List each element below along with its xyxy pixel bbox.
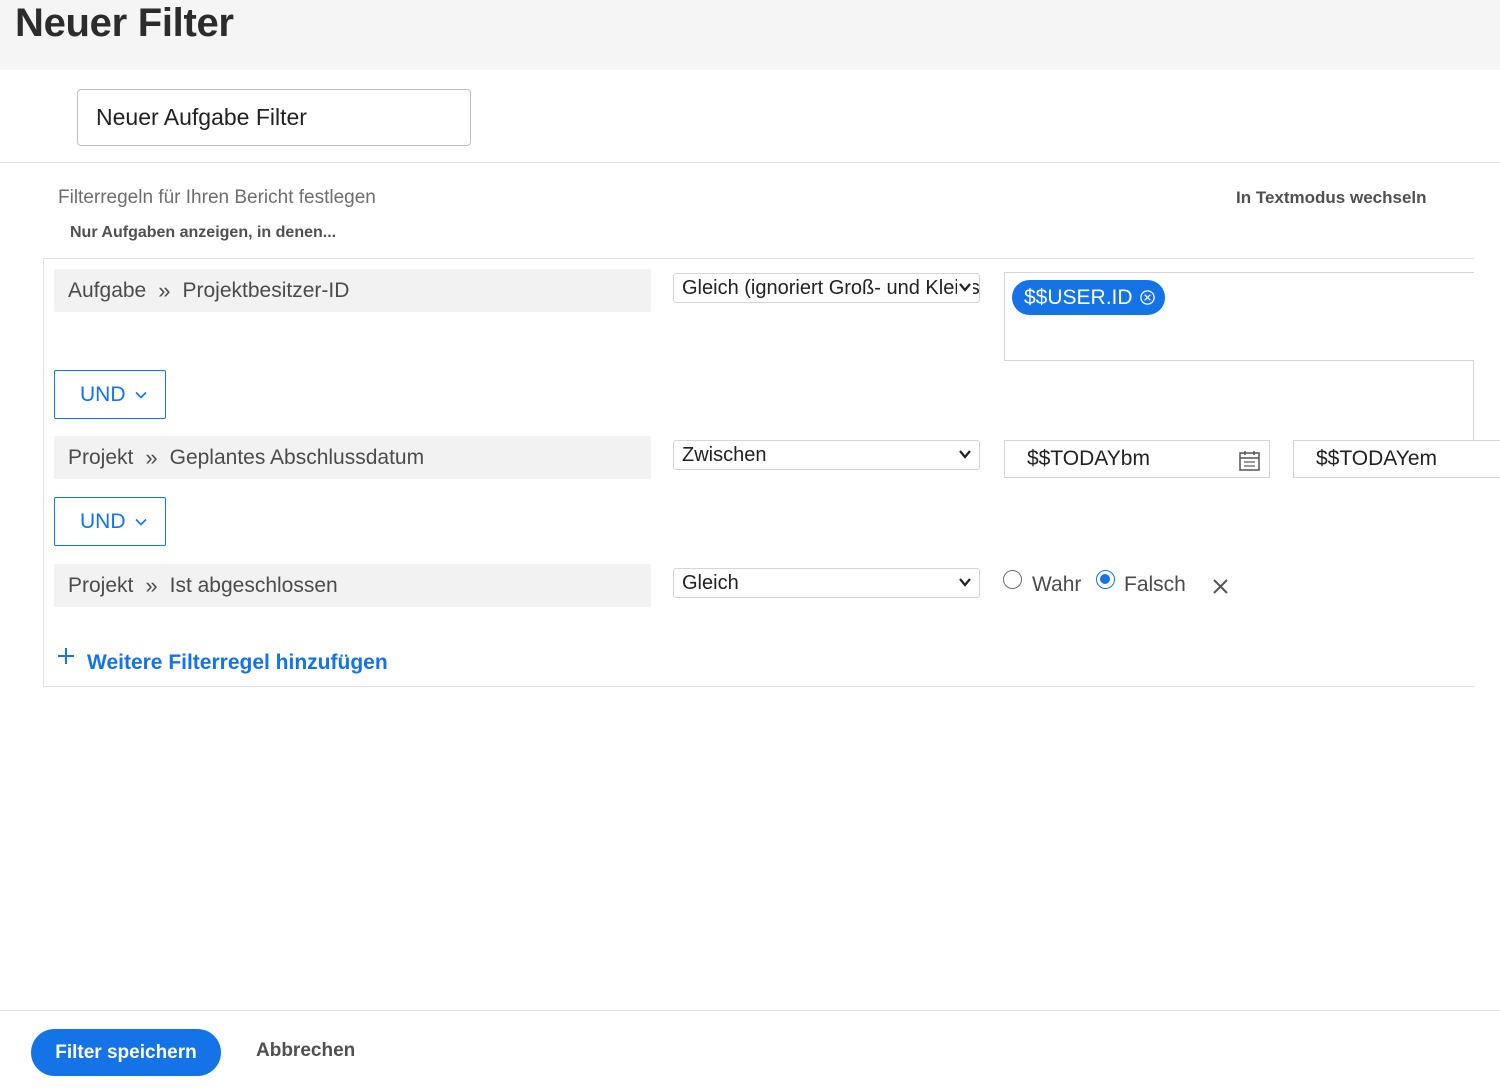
chevron-down-icon bbox=[134, 391, 147, 399]
rule-field-label: Ist abgeschlossen bbox=[169, 573, 338, 597]
rule-operator-select[interactable]: Gleich (ignoriert Groß- und Kleinschreib… bbox=[673, 273, 980, 303]
page-header: Neuer Filter bbox=[0, 0, 1500, 70]
chevron-down-icon bbox=[959, 450, 971, 459]
connector-and-button[interactable]: UND bbox=[54, 497, 166, 546]
rule-operator-value: Gleich bbox=[682, 571, 739, 594]
rule-object-label: Projekt bbox=[68, 445, 134, 469]
connector-label: UND bbox=[80, 382, 126, 406]
rule-operator-select[interactable]: Zwischen bbox=[673, 440, 980, 470]
page-title: Neuer Filter bbox=[15, 1, 234, 45]
radio-true[interactable] bbox=[1003, 570, 1022, 589]
chevron-down-icon bbox=[134, 518, 147, 526]
plus-icon[interactable] bbox=[57, 647, 75, 665]
date-to-value: $$TODAYem bbox=[1316, 447, 1438, 470]
radio-false[interactable] bbox=[1096, 570, 1115, 589]
rule-field-selector[interactable]: Aufgabe » Projektbesitzer-ID bbox=[54, 269, 651, 312]
double-chevron-right-icon: » bbox=[145, 444, 158, 470]
rule-field-label: Projektbesitzer-ID bbox=[182, 278, 350, 302]
double-chevron-right-icon: » bbox=[158, 277, 171, 303]
filter-name-input[interactable] bbox=[77, 89, 471, 146]
value-token-label: $$USER.ID bbox=[1024, 285, 1133, 309]
cancel-button[interactable]: Abbrechen bbox=[256, 1040, 355, 1062]
rule-operator-value: Zwischen bbox=[682, 443, 767, 466]
rule-field-selector[interactable]: Projekt » Ist abgeschlossen bbox=[54, 564, 651, 607]
connector-and-button[interactable]: UND bbox=[54, 370, 166, 419]
divider bbox=[1473, 361, 1474, 440]
value-token: $$USER.ID bbox=[1012, 280, 1165, 315]
circle-close-icon[interactable] bbox=[1139, 289, 1156, 306]
filter-instructions: Filterregeln für Ihren Bericht festlegen bbox=[58, 187, 376, 208]
rule-operator-select[interactable]: Gleich bbox=[673, 568, 980, 598]
rule-operator-value: Gleich (ignoriert Groß- und Kleinschreib… bbox=[682, 276, 980, 299]
rule-field-selector[interactable]: Projekt » Geplantes Abschlussdatum bbox=[54, 436, 651, 479]
chevron-down-icon bbox=[959, 578, 971, 587]
text-mode-link[interactable]: In Textmodus wechseln bbox=[1236, 188, 1427, 208]
filter-sub-instructions: Nur Aufgaben anzeigen, in denen... bbox=[70, 224, 337, 241]
radio-false-label: Falsch bbox=[1124, 573, 1186, 596]
rule-field-label: Geplantes Abschlussdatum bbox=[169, 445, 425, 469]
date-from-value: $$TODAYbm bbox=[1027, 447, 1150, 470]
calendar-icon[interactable] bbox=[1237, 448, 1262, 473]
rule-object-label: Aufgabe bbox=[68, 278, 147, 302]
chevron-down-icon bbox=[957, 279, 973, 295]
connector-label: UND bbox=[80, 509, 126, 533]
divider bbox=[0, 162, 1500, 163]
double-chevron-right-icon: » bbox=[145, 572, 158, 598]
date-to-input[interactable]: $$TODAYem bbox=[1293, 440, 1500, 478]
footer-divider bbox=[0, 1010, 1500, 1011]
date-from-input[interactable]: $$TODAYbm bbox=[1004, 440, 1270, 478]
save-filter-button[interactable]: Filter speichern bbox=[31, 1029, 221, 1076]
radio-true-label: Wahr bbox=[1032, 573, 1082, 596]
rule-object-label: Projekt bbox=[68, 573, 134, 597]
close-icon[interactable] bbox=[1211, 577, 1230, 596]
add-filter-rule-link[interactable]: Weitere Filterregel hinzufügen bbox=[87, 651, 388, 675]
